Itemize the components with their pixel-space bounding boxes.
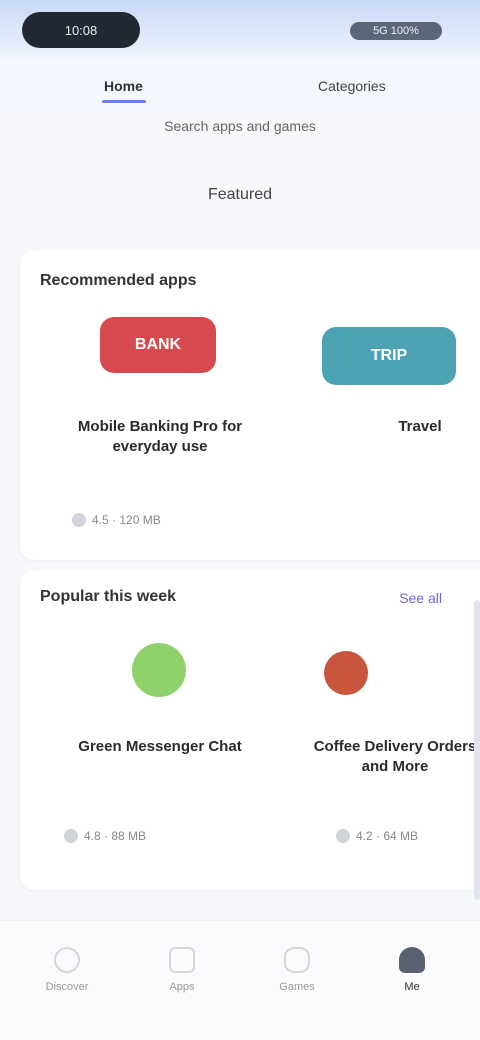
status-time: 10:08 — [22, 12, 140, 48]
search-hint[interactable]: Search apps and games — [160, 118, 320, 134]
popular-panel: Popular this week See all Green Messenge… — [20, 570, 480, 890]
app-card[interactable]: TRIP Travel — [300, 305, 480, 545]
app-screen: 10:08 5G 100% Home Categories Search app… — [0, 0, 480, 1040]
app-title: Mobile Banking Pro for everyday use — [77, 418, 243, 455]
app-title: Travel — [398, 418, 442, 435]
rating-icon — [64, 829, 78, 843]
active-tab-indicator — [102, 100, 146, 103]
rating-icon — [72, 513, 86, 527]
app-meta: 4.2 · 64 MB — [336, 829, 418, 843]
tab-categories[interactable]: Categories — [318, 78, 386, 94]
status-bar: 10:08 5G 100% — [0, 0, 480, 60]
app-logo: BANK — [100, 317, 216, 373]
tab-discover[interactable]: Discover — [32, 947, 102, 1007]
tab-me[interactable]: Me — [377, 947, 447, 1007]
grid-icon — [169, 947, 195, 973]
tab-games[interactable]: Games — [262, 947, 332, 1007]
app-title: Green Messenger Chat — [78, 738, 242, 755]
featured-label: Featured — [207, 186, 273, 203]
top-nav: Home Categories — [0, 60, 480, 110]
app-card[interactable]: BANK Mobile Banking Pro for everyday use… — [60, 305, 260, 545]
bottom-tab-bar: Discover Apps Games Me — [0, 920, 480, 1040]
see-all-link[interactable]: See all — [399, 590, 442, 606]
app-meta: 4.8 · 88 MB — [64, 829, 146, 843]
tab-apps[interactable]: Apps — [147, 947, 217, 1007]
coffee-logo-icon — [324, 651, 368, 695]
app-card[interactable]: Coffee Delivery Orders and More 4.2 · 64… — [310, 625, 480, 865]
gamepad-icon — [284, 947, 310, 973]
app-logo: TRIP — [322, 327, 456, 385]
compass-icon — [54, 947, 80, 973]
tab-home[interactable]: Home — [104, 78, 143, 94]
app-title: Coffee Delivery Orders and More — [313, 738, 477, 775]
app-card[interactable]: Green Messenger Chat 4.8 · 88 MB — [60, 625, 260, 865]
section-title-recommended: Recommended apps — [40, 272, 197, 289]
chat-logo-icon — [132, 643, 186, 697]
user-icon — [399, 947, 425, 973]
recommended-panel: Recommended apps BANK Mobile Banking Pro… — [20, 250, 480, 560]
section-title-popular: Popular this week — [40, 588, 177, 605]
system-indicators: 5G 100% — [350, 22, 442, 40]
rating-icon — [336, 829, 350, 843]
scrollbar[interactable] — [474, 600, 480, 900]
app-meta: 4.5 · 120 MB — [72, 513, 161, 527]
